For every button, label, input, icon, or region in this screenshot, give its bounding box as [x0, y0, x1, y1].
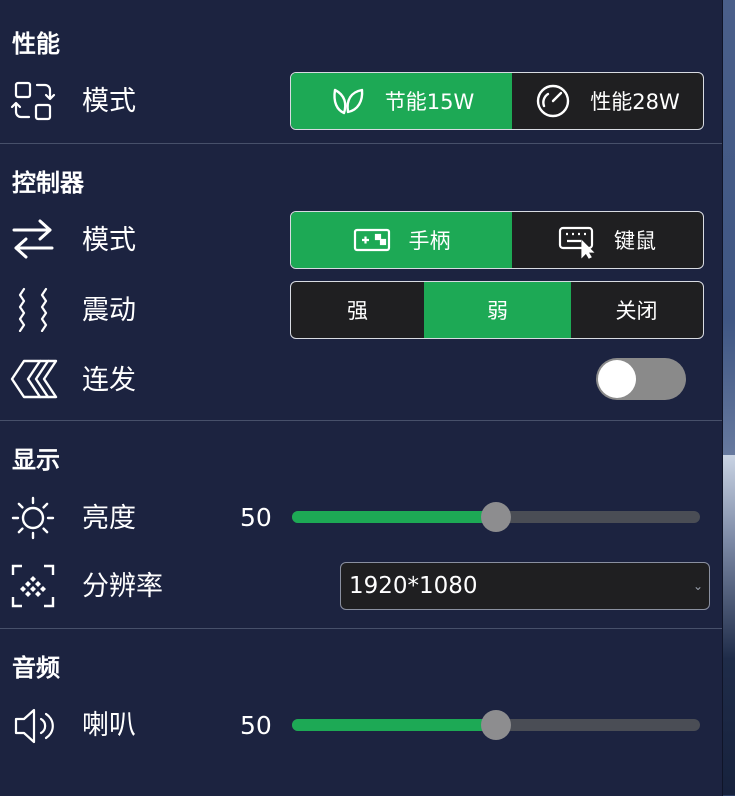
vibration-option-weak-label: 弱	[487, 299, 508, 323]
settings-panel: 性能 模式 节能15W 性能28W 控制器 模式 手柄 键鼠 震动 强 弱 关闭…	[0, 0, 723, 796]
brightness-label: 亮度	[82, 503, 136, 534]
resolution-select-value: 1920*1080	[349, 573, 478, 599]
gamepad-icon	[353, 221, 391, 259]
speedometer-icon	[534, 82, 572, 120]
vibration-selector: 强 弱 关闭	[290, 281, 704, 339]
sun-icon	[10, 495, 56, 541]
resolution-label: 分辨率	[82, 571, 163, 602]
vibration-option-weak[interactable]: 弱	[424, 282, 571, 338]
turbo-toggle[interactable]	[596, 358, 686, 400]
divider	[0, 420, 722, 421]
chevron-down-icon: ⌄	[692, 579, 703, 593]
divider	[0, 628, 722, 629]
divider	[0, 143, 722, 144]
vibration-icon	[10, 286, 56, 333]
speaker-value: 50	[240, 711, 272, 740]
resolution-icon	[10, 563, 56, 609]
controller-mode-selector: 手柄 键鼠	[290, 211, 704, 269]
section-title-controller: 控制器	[12, 169, 84, 197]
brightness-slider[interactable]	[292, 502, 700, 532]
vibration-option-strong[interactable]: 强	[291, 282, 424, 338]
leaf-icon	[329, 82, 367, 120]
controller-mode-label: 模式	[82, 225, 136, 256]
controller-option-keyboard-mouse-label: 键鼠	[614, 229, 656, 253]
section-title-audio: 音频	[12, 654, 60, 682]
vibration-label: 震动	[82, 295, 136, 326]
performance-mode-selector: 节能15W 性能28W	[290, 72, 704, 130]
controller-option-keyboard-mouse[interactable]: 键鼠	[512, 212, 702, 268]
speaker-volume-slider[interactable]	[292, 710, 700, 740]
swap-arrows-icon	[10, 216, 56, 262]
turbo-icon	[10, 356, 62, 402]
brightness-slider-fill	[292, 511, 496, 523]
controller-option-gamepad[interactable]: 手柄	[291, 212, 512, 268]
resolution-select[interactable]: 1920*1080 ⌄	[340, 562, 710, 610]
speaker-label: 喇叭	[82, 710, 136, 741]
section-title-display: 显示	[12, 446, 60, 474]
vibration-option-off-label: 关闭	[615, 299, 658, 323]
turbo-label: 连发	[82, 365, 136, 396]
speaker-slider-fill	[292, 719, 496, 731]
performance-option-eco-label: 节能15W	[384, 90, 475, 114]
section-title-performance: 性能	[12, 30, 60, 58]
speaker-icon	[10, 703, 56, 749]
brightness-slider-thumb[interactable]	[481, 502, 511, 532]
speaker-slider-thumb[interactable]	[481, 710, 511, 740]
performance-option-performance-label: 性能28W	[590, 90, 680, 114]
controller-option-gamepad-label: 手柄	[408, 229, 451, 253]
keyboard-mouse-icon	[558, 221, 596, 259]
performance-mode-label: 模式	[82, 86, 136, 117]
vibration-option-off[interactable]: 关闭	[571, 282, 702, 338]
performance-option-performance[interactable]: 性能28W	[512, 73, 702, 129]
vibration-option-strong-label: 强	[347, 299, 368, 323]
performance-option-eco[interactable]: 节能15W	[291, 73, 512, 129]
brightness-value: 50	[240, 503, 272, 532]
toggle-knob	[598, 360, 636, 398]
rotate-screen-icon	[10, 78, 56, 124]
